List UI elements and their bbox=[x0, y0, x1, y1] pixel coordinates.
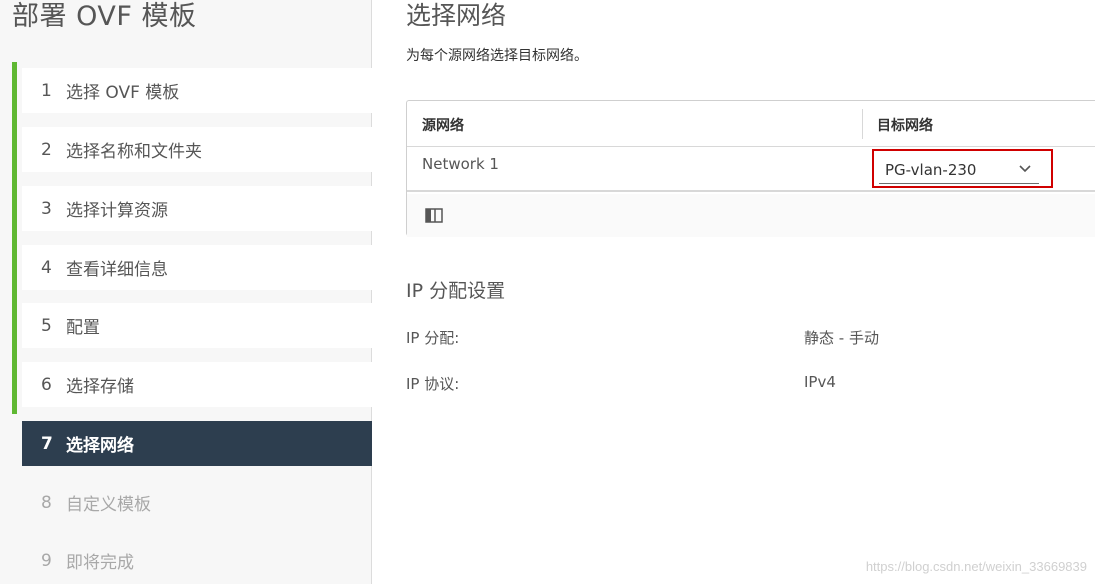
wizard-step-7-active[interactable]: 7 选择网络 bbox=[22, 421, 372, 466]
step-number: 1 bbox=[41, 80, 52, 101]
step-number: 9 bbox=[41, 550, 52, 571]
table-row: Network 1 PG-vlan-230 bbox=[407, 147, 1095, 192]
ip-section-title: IP 分配设置 bbox=[406, 280, 506, 302]
wizard-step-6[interactable]: 6 选择存储 bbox=[22, 362, 372, 407]
wizard-title: 部署 OVF 模板 bbox=[12, 1, 197, 32]
source-network-cell: Network 1 bbox=[422, 155, 499, 173]
step-label: 选择存储 bbox=[66, 377, 134, 397]
step-label: 配置 bbox=[66, 318, 100, 338]
wizard-nav: 部署 OVF 模板 1 选择 OVF 模板 2 选择名称和文件夹 3 选择计算资… bbox=[0, 0, 372, 584]
ip-protocol-label: IP 协议: bbox=[406, 375, 460, 393]
grid-footer bbox=[407, 194, 1095, 237]
step-label: 自定义模板 bbox=[66, 495, 151, 515]
step-number: 2 bbox=[41, 139, 52, 160]
target-network-select[interactable]: PG-vlan-230 bbox=[879, 156, 1039, 184]
target-network-value: PG-vlan-230 bbox=[885, 161, 977, 179]
column-toggle-icon[interactable] bbox=[425, 208, 443, 223]
wizard-step-4[interactable]: 4 查看详细信息 bbox=[22, 245, 372, 290]
ip-allocation-value: 静态 - 手动 bbox=[804, 329, 879, 347]
step-label: 选择网络 bbox=[66, 436, 134, 456]
step-number: 6 bbox=[41, 374, 52, 395]
network-mapping-grid: 源网络 目标网络 Network 1 PG-vlan-230 bbox=[406, 100, 1095, 237]
wizard-step-8: 8 自定义模板 bbox=[22, 480, 372, 525]
wizard-step-5[interactable]: 5 配置 bbox=[22, 303, 372, 348]
step-label: 选择 OVF 模板 bbox=[66, 83, 180, 103]
highlight-box: PG-vlan-230 bbox=[872, 149, 1053, 188]
page-title: 选择网络 bbox=[406, 1, 507, 30]
grid-header: 源网络 目标网络 bbox=[407, 101, 1095, 147]
chevron-down-icon bbox=[1019, 165, 1031, 173]
step-label: 查看详细信息 bbox=[66, 260, 168, 280]
wizard-step-2[interactable]: 2 选择名称和文件夹 bbox=[22, 127, 372, 172]
wizard-step-1[interactable]: 1 选择 OVF 模板 bbox=[22, 68, 372, 113]
column-resize-handle[interactable] bbox=[862, 109, 863, 139]
step-label: 选择名称和文件夹 bbox=[66, 142, 202, 162]
step-number: 3 bbox=[41, 198, 52, 219]
watermark: https://blog.csdn.net/weixin_33669839 bbox=[865, 559, 1087, 574]
step-number: 5 bbox=[41, 315, 52, 336]
main-content: 选择网络 为每个源网络选择目标网络。 源网络 目标网络 Network 1 PG… bbox=[372, 0, 1095, 584]
step-number: 4 bbox=[41, 257, 52, 278]
column-header-target[interactable]: 目标网络 bbox=[877, 115, 933, 135]
ip-allocation-label: IP 分配: bbox=[406, 329, 460, 347]
progress-bar bbox=[12, 62, 17, 414]
page-description: 为每个源网络选择目标网络。 bbox=[406, 48, 588, 64]
step-label: 即将完成 bbox=[66, 553, 134, 573]
ip-protocol-value: IPv4 bbox=[804, 373, 836, 391]
wizard-step-9: 9 即将完成 bbox=[22, 538, 372, 583]
column-header-source[interactable]: 源网络 bbox=[422, 115, 464, 135]
step-number: 8 bbox=[41, 492, 52, 513]
step-number: 7 bbox=[41, 433, 53, 454]
wizard-step-3[interactable]: 3 选择计算资源 bbox=[22, 186, 372, 231]
step-label: 选择计算资源 bbox=[66, 201, 168, 221]
